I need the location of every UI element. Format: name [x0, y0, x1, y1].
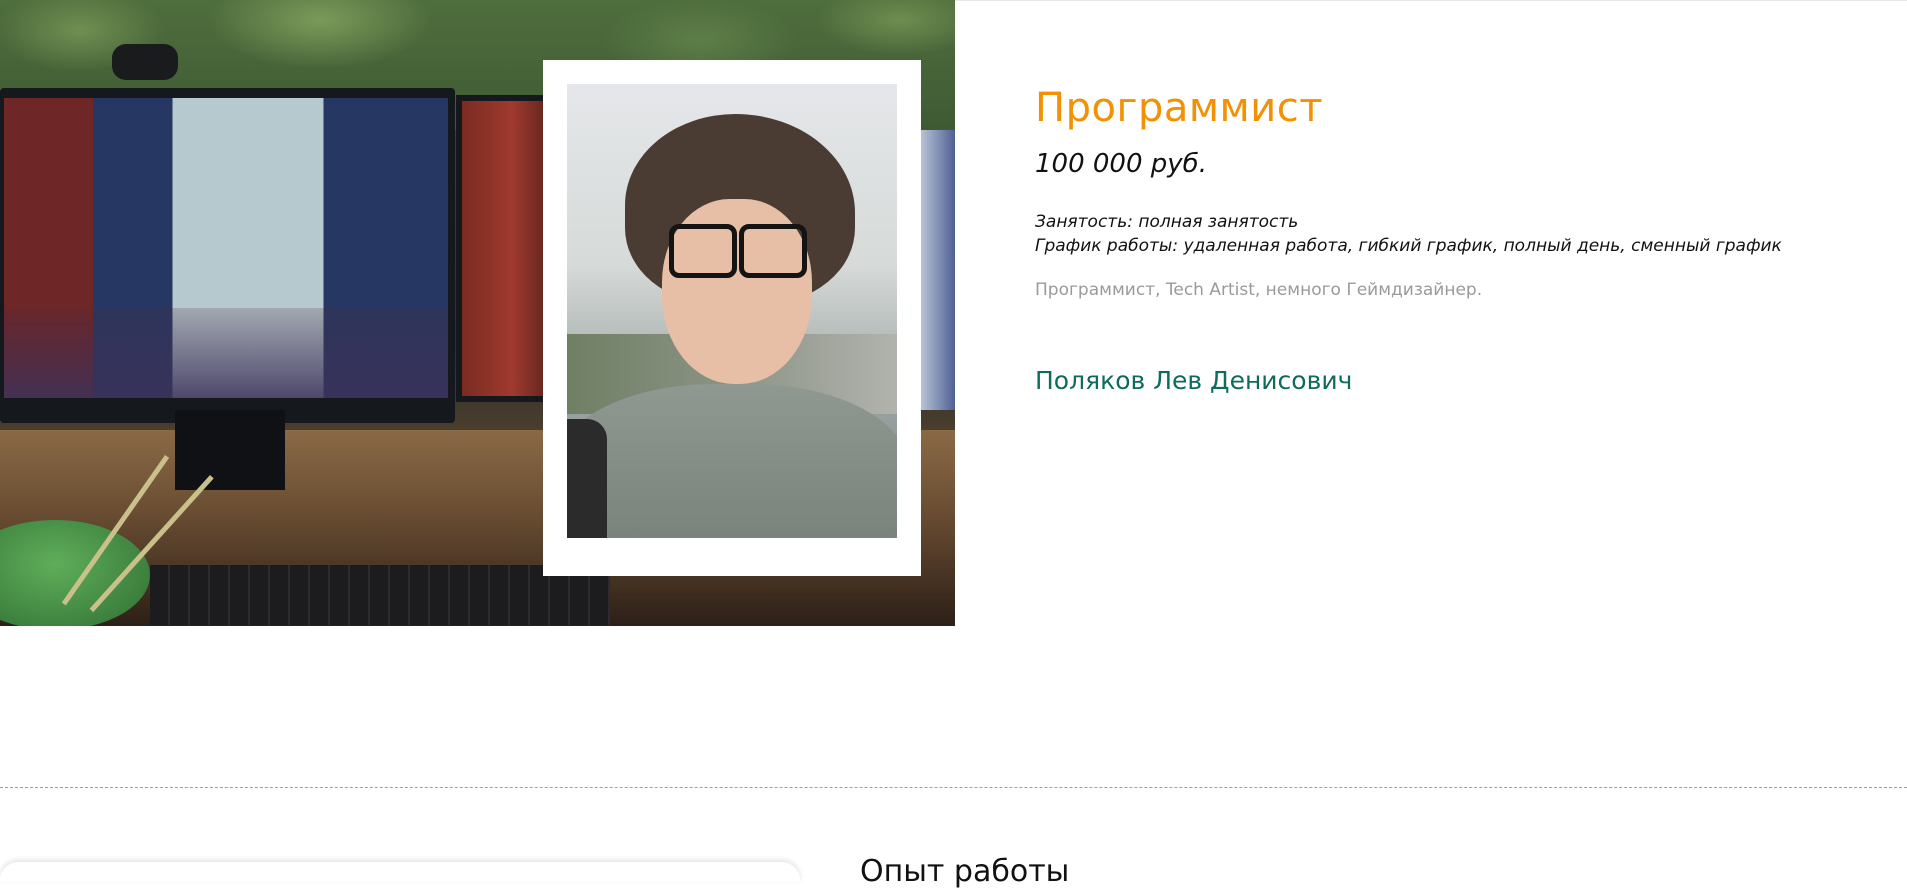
- job-title: Программист: [1035, 85, 1323, 131]
- keyboard: [150, 565, 610, 625]
- glasses-right-lens: [739, 224, 807, 278]
- glasses-left-lens: [669, 224, 737, 278]
- bottom-card: [0, 862, 800, 882]
- monitor-screen: [4, 98, 448, 398]
- portrait-frame: [543, 60, 921, 576]
- employment-type: Занятость: полная занятость: [1035, 212, 1299, 232]
- top-border: [955, 0, 1907, 1]
- section-heading: Опыт работы: [860, 854, 1070, 889]
- resume-info: Программист 100 000 руб. Занятость: полн…: [1035, 80, 1855, 398]
- employment-details: Занятость: полная занятость График работ…: [1035, 210, 1855, 258]
- person-name: Поляков Лев Денисович: [1035, 366, 1353, 395]
- monitor-stand: [175, 410, 285, 490]
- jacket: [567, 384, 897, 538]
- profile-photo: [567, 84, 897, 538]
- monitor: [0, 88, 455, 423]
- bag-strap: [567, 419, 607, 538]
- section-divider: [0, 787, 1907, 788]
- webcam: [112, 44, 178, 80]
- work-schedule: График работы: удаленная работа, гибкий …: [1035, 236, 1782, 256]
- salary: 100 000 руб.: [1035, 149, 1207, 179]
- summary: Программист, Tech Artist, немного Геймди…: [1035, 280, 1483, 300]
